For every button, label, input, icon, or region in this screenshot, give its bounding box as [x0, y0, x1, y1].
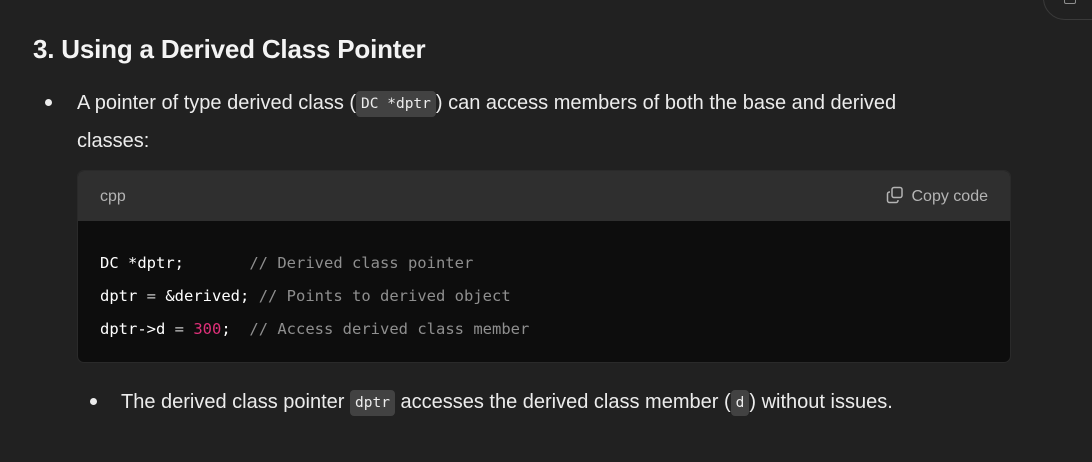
code-token: ;	[221, 320, 231, 338]
bullet-dot-icon	[45, 99, 52, 106]
code-token: &derived;	[156, 287, 250, 305]
bullet-text-1: A pointer of type derived class (DC *dpt…	[77, 84, 896, 122]
bullet-2-text-before: The derived class pointer	[121, 391, 351, 413]
bullet-text-1-line-2: classes:	[77, 130, 150, 152]
code-block: cpp Copy code DC *dptr; // Derived class…	[77, 170, 1011, 363]
copy-code-button[interactable]: Copy code	[886, 186, 989, 208]
code-operator: =	[174, 320, 184, 338]
code-line-1: DC *dptr; // Derived class pointer	[100, 254, 473, 272]
bullet-dot-icon	[90, 398, 97, 405]
code-token: DC *dptr;	[100, 254, 184, 272]
window-icon	[1064, 0, 1076, 4]
code-content: DC *dptr; // Derived class pointer dptr …	[100, 247, 529, 346]
code-padding	[184, 254, 249, 272]
code-padding	[249, 287, 258, 305]
code-language-label: cpp	[100, 188, 126, 205]
code-block-header: cpp Copy code	[78, 171, 1010, 221]
code-line-2: dptr = &derived; // Points to derived ob…	[100, 287, 511, 305]
bullet-text-2: The derived class pointer dptr accesses …	[121, 383, 893, 421]
copy-icon	[886, 186, 904, 204]
bullet-2-text-after: ) without issues.	[749, 391, 893, 413]
section-heading: 3. Using a Derived Class Pointer	[33, 34, 426, 64]
code-operator: =	[146, 287, 157, 305]
code-token: dptr	[100, 287, 147, 305]
code-comment: // Points to derived object	[258, 287, 511, 305]
copy-code-label: Copy code	[911, 188, 989, 205]
inline-code-d: d	[730, 390, 750, 416]
bullet-1-text-before: A pointer of type derived class (	[77, 92, 357, 114]
code-comment: // Derived class pointer	[249, 254, 474, 272]
inline-code-dptr: dptr	[350, 390, 395, 416]
code-comment: // Access derived class member	[249, 320, 530, 338]
code-padding	[184, 320, 193, 338]
code-token: dptr->d	[100, 320, 175, 338]
bullet-2-text-mid: accesses the derived class member (	[394, 391, 731, 413]
code-line-3: dptr->d = 300; // Access derived class m…	[100, 320, 529, 338]
inline-code-dptr-decl: DC *dptr	[356, 91, 436, 117]
code-padding	[231, 320, 250, 338]
code-number: 300	[193, 320, 222, 338]
bullet-1-text-after: ) can access members of both the base an…	[435, 92, 897, 114]
